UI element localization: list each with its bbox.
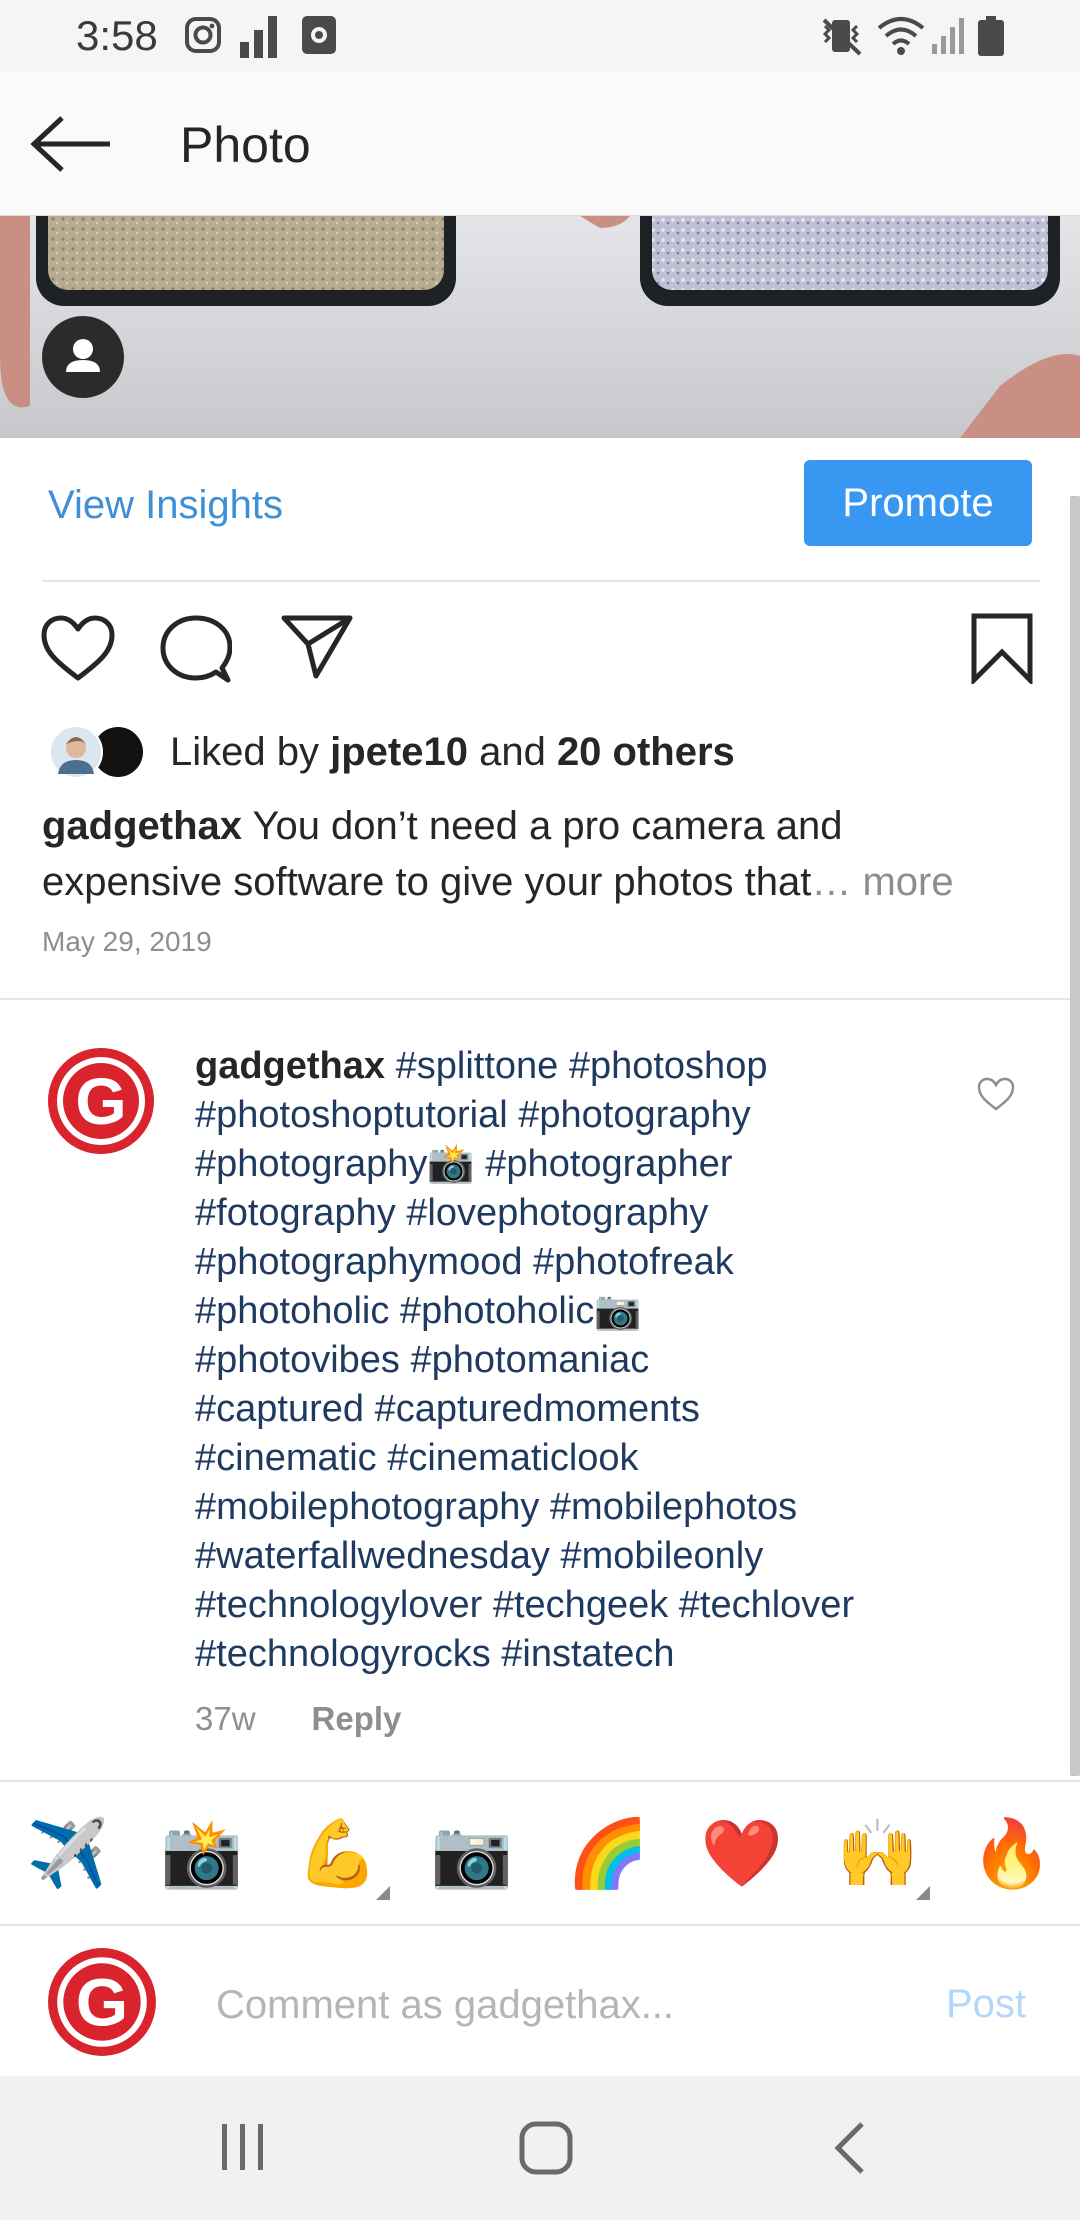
hashtag-line[interactable]: #photography📸 #photographer bbox=[195, 1143, 733, 1185]
hashtag-line[interactable]: #photographymood #photofreak bbox=[195, 1241, 734, 1283]
post-photo[interactable] bbox=[0, 216, 1080, 438]
hashtag-line[interactable]: #splittone #photoshop bbox=[385, 1045, 768, 1087]
wifi-icon bbox=[877, 17, 925, 55]
signal-bars-notification-icon bbox=[240, 16, 277, 58]
cell-signal-icon bbox=[932, 18, 964, 54]
instagram-notification-icon bbox=[185, 17, 221, 53]
emoji-rainbow-button[interactable]: 🌈 bbox=[566, 1812, 650, 1896]
post-date: May 29, 2019 bbox=[42, 926, 212, 957]
tagged-user-badge[interactable] bbox=[42, 316, 124, 398]
hashtag-line[interactable]: #captured #capturedmoments bbox=[195, 1388, 700, 1430]
likes-others-link[interactable]: 20 others bbox=[557, 730, 735, 774]
vibrate-mute-icon bbox=[822, 18, 862, 56]
status-time: 3:58 bbox=[76, 12, 158, 59]
comment-meta: 37w Reply bbox=[195, 1700, 401, 1738]
emoji-fire-button[interactable]: 🔥 bbox=[970, 1812, 1054, 1896]
comment-input[interactable] bbox=[216, 1970, 916, 2040]
scrollbar[interactable] bbox=[1070, 496, 1080, 1776]
emoji-raising-hands-button[interactable]: 🙌 bbox=[836, 1812, 920, 1896]
hashtag-line[interactable]: #photoholic #photoholic📷 bbox=[195, 1290, 642, 1332]
person-icon bbox=[66, 339, 100, 372]
system-nav-bar bbox=[0, 2076, 1080, 2220]
reply-button[interactable]: Reply bbox=[312, 1700, 402, 1737]
comment-bubble-icon[interactable] bbox=[160, 614, 232, 686]
hashtag-line[interactable]: #photovibes #photomaniac bbox=[195, 1339, 649, 1381]
recent-apps-icon[interactable] bbox=[218, 2120, 268, 2174]
composer-avatar: G bbox=[48, 1948, 156, 2056]
post-caption: gadgethax You don’t need a pro camera an… bbox=[42, 798, 1022, 910]
likes-middle: and bbox=[467, 730, 557, 774]
bookmark-save-icon[interactable] bbox=[970, 612, 1034, 684]
page-title: Photo bbox=[180, 117, 311, 173]
emoji-quick-bar: ✈️ 📸 💪 📷 🌈 ❤️ 🙌 🔥 bbox=[0, 1782, 1080, 1924]
emoji-red-heart-button[interactable]: ❤️ bbox=[700, 1812, 784, 1896]
comment-text: gadgethax #splittone #photoshop #photosho… bbox=[195, 1042, 955, 1679]
hashtag-line[interactable]: #technologylover #techgeek #techlover bbox=[195, 1584, 854, 1626]
caption-more-link[interactable]: … more bbox=[811, 860, 953, 904]
hashtag-line[interactable]: #fotography #lovephotography bbox=[195, 1192, 708, 1234]
likes-summary[interactable]: Liked by jpete10 and 20 others bbox=[170, 730, 735, 775]
avatar-letter: G bbox=[76, 1965, 128, 2040]
system-back-icon[interactable] bbox=[830, 2120, 870, 2176]
share-send-icon[interactable] bbox=[280, 614, 354, 680]
emoji-camera-flash-button[interactable]: 📸 bbox=[160, 1812, 244, 1896]
divider bbox=[42, 580, 1040, 582]
comment-like-heart-icon[interactable] bbox=[976, 1076, 1016, 1112]
emoji-flexed-biceps-button[interactable]: 💪 bbox=[296, 1812, 380, 1896]
comment-age: 37w bbox=[195, 1700, 256, 1737]
emoji-camera-button[interactable]: 📷 bbox=[430, 1812, 514, 1896]
liker-username[interactable]: jpete10 bbox=[330, 730, 468, 774]
skin-tone-indicator-icon bbox=[916, 1886, 930, 1900]
emoji-airplane-button[interactable]: ✈️ bbox=[26, 1812, 110, 1896]
post-comment-button[interactable]: Post bbox=[946, 1982, 1026, 2027]
promote-button[interactable]: Promote bbox=[804, 460, 1032, 546]
commenter-avatar[interactable]: G bbox=[46, 1046, 156, 1156]
like-heart-icon[interactable] bbox=[40, 614, 116, 682]
likes-prefix: Liked by bbox=[170, 730, 331, 774]
view-insights-link[interactable]: View Insights bbox=[48, 483, 283, 528]
back-arrow-icon[interactable] bbox=[30, 114, 114, 174]
app-header: Photo bbox=[0, 72, 1080, 216]
divider bbox=[0, 998, 1080, 1000]
screen-recorder-icon bbox=[302, 16, 336, 54]
avatar-letter: G bbox=[75, 1064, 126, 1138]
divider bbox=[0, 1924, 1080, 1926]
hashtag-line[interactable]: #photoshoptutorial #photography bbox=[195, 1094, 751, 1136]
home-icon[interactable] bbox=[518, 2120, 574, 2176]
hashtag-line[interactable]: #cinematic #cinematiclook bbox=[195, 1437, 639, 1479]
hashtag-line[interactable]: #waterfallwednesday #mobileonly bbox=[195, 1535, 763, 1577]
hashtag-line[interactable]: #mobilephotography #mobilephotos bbox=[195, 1486, 797, 1528]
comment-username[interactable]: gadgethax bbox=[195, 1045, 385, 1087]
photo-content bbox=[0, 216, 1080, 438]
battery-icon bbox=[978, 16, 1004, 56]
liker-avatars[interactable] bbox=[46, 724, 146, 780]
caption-username[interactable]: gadgethax bbox=[42, 804, 242, 848]
status-bar: 3:58 bbox=[0, 0, 1080, 72]
hashtag-line[interactable]: #technologyrocks #instatech bbox=[195, 1633, 675, 1675]
skin-tone-indicator-icon bbox=[376, 1886, 390, 1900]
